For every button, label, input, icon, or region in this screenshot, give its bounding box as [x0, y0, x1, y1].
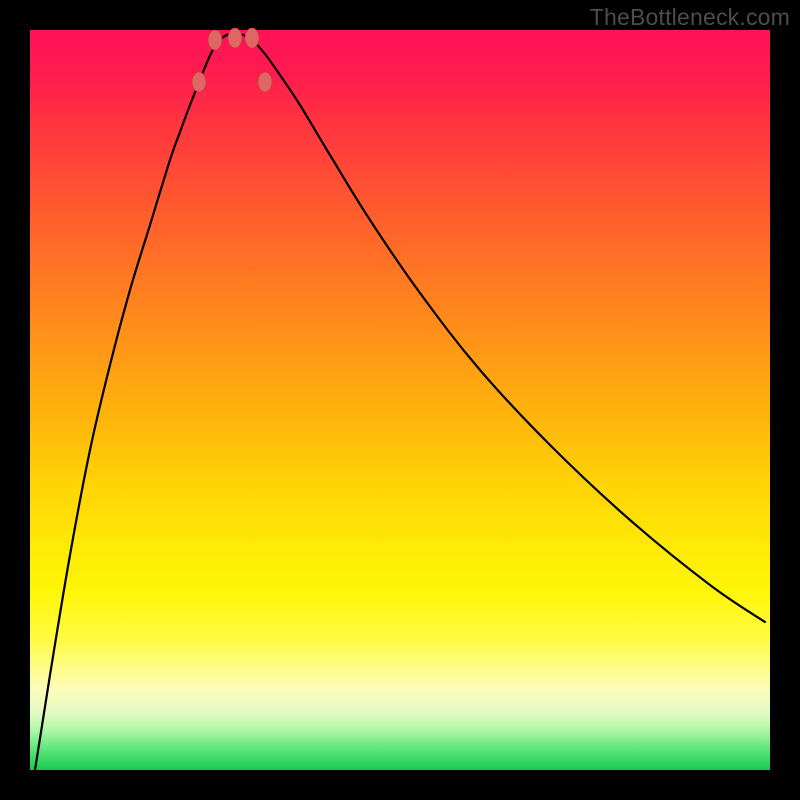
- watermark-text: TheBottleneck.com: [590, 4, 790, 31]
- curve-svg: [30, 30, 770, 770]
- curve-markers: [192, 28, 272, 92]
- curve-marker: [192, 72, 206, 92]
- bottleneck-curve: [35, 33, 765, 770]
- plot-area: [30, 30, 770, 770]
- curve-marker: [228, 28, 242, 48]
- chart-frame: TheBottleneck.com: [0, 0, 800, 800]
- curve-marker: [245, 28, 259, 48]
- curve-marker: [258, 72, 272, 92]
- curve-marker: [208, 30, 222, 50]
